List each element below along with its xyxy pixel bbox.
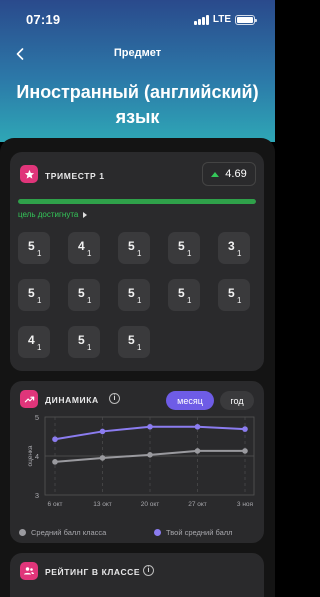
grade-weight: 1 xyxy=(237,296,242,305)
goal-status-label: цель достигнута xyxy=(18,210,79,219)
grades-grid: 51415151315151515151415151 xyxy=(18,232,250,358)
grade-tile[interactable]: 51 xyxy=(68,279,100,311)
battery-icon xyxy=(235,14,257,25)
my-average-point xyxy=(52,436,58,443)
term-card[interactable]: ТРИМЕСТР 1 4.69 цель достигнута 51415151… xyxy=(10,152,264,371)
status-time: 07:19 xyxy=(26,12,61,27)
x-tick-label: 20 окт xyxy=(141,501,160,508)
grade-weight: 1 xyxy=(187,249,192,258)
grade-value: 5 xyxy=(128,239,135,253)
subject-title: Иностранный (английский) язык xyxy=(16,82,259,127)
grade-value: 5 xyxy=(128,286,135,300)
grade-weight: 1 xyxy=(187,296,192,305)
y-tick-label: 5 xyxy=(35,413,39,422)
grade-tile[interactable]: 51 xyxy=(118,232,150,264)
grade-value: 5 xyxy=(78,333,85,347)
grade-tile[interactable]: 51 xyxy=(118,279,150,311)
grade-value: 4 xyxy=(28,333,35,347)
users-icon xyxy=(20,562,38,580)
grade-value: 5 xyxy=(178,239,185,253)
grade-value: 5 xyxy=(28,286,35,300)
legend-class: Средний балл класса xyxy=(19,528,106,537)
y-tick-label: 3 xyxy=(35,491,39,500)
grade-tile[interactable]: 51 xyxy=(168,232,200,264)
rating-card[interactable]: РЕЙТИНГ В КЛАССЕ i xyxy=(10,553,264,597)
grade-tile[interactable]: 51 xyxy=(18,232,50,264)
class-average-point xyxy=(99,455,106,461)
x-tick-label: 6 окт xyxy=(48,501,63,508)
grade-weight: 1 xyxy=(87,296,92,305)
content-sheet: ТРИМЕСТР 1 4.69 цель достигнута 51415151… xyxy=(0,138,275,597)
goal-status[interactable]: цель достигнута xyxy=(18,210,88,219)
grade-tile[interactable]: 31 xyxy=(218,232,250,264)
grade-weight: 1 xyxy=(37,296,42,305)
grade-weight: 1 xyxy=(137,343,142,352)
grade-value: 5 xyxy=(128,333,135,347)
x-tick-label: 13 окт xyxy=(93,501,112,508)
grade-value: 4 xyxy=(78,239,85,253)
legend-class-dot xyxy=(19,529,26,536)
class-average-point xyxy=(194,448,201,454)
grade-value: 5 xyxy=(178,286,185,300)
dynamics-chart: 5 4 3 оценка 6 окт 13 окт 20 окт 27 окт 3 ноя xyxy=(27,413,255,508)
legend-mine: Твой средний балл xyxy=(154,528,233,537)
grade-tile[interactable]: 51 xyxy=(168,279,200,311)
star-icon xyxy=(20,165,38,183)
grade-weight: 1 xyxy=(137,296,142,305)
grade-tile[interactable]: 51 xyxy=(218,279,250,311)
grade-value: 5 xyxy=(28,239,35,253)
goal-progress-bar xyxy=(18,199,256,204)
status-bar: 07:19 LTE xyxy=(0,10,275,30)
grade-weight: 1 xyxy=(87,343,92,352)
rating-title: РЕЙТИНГ В КЛАССЕ xyxy=(45,567,141,577)
class-average-point xyxy=(52,459,58,465)
class-average-point xyxy=(242,448,248,454)
grade-tile[interactable]: 51 xyxy=(68,326,100,358)
subject-header: 07:19 LTE Предмет Иностранный (английски… xyxy=(0,0,275,142)
grade-value: 5 xyxy=(228,286,235,300)
my-average-point xyxy=(194,423,201,430)
legend-mine-label: Твой средний балл xyxy=(166,528,233,537)
term-average-value: 4.69 xyxy=(225,168,247,180)
trend-up-icon xyxy=(211,171,220,177)
grade-weight: 1 xyxy=(87,249,92,258)
term-average-badge: 4.69 xyxy=(202,162,256,186)
goal-progress-fill xyxy=(18,199,256,204)
status-indicators: LTE xyxy=(193,14,257,25)
play-icon xyxy=(83,211,88,218)
grade-tile[interactable]: 41 xyxy=(18,326,50,358)
grade-weight: 1 xyxy=(37,249,42,258)
x-tick-label: 3 ноя xyxy=(237,501,254,508)
x-tick-label: 27 окт xyxy=(188,501,207,508)
dynamics-card: ДИНАМИКА i месяц год 5 4 3 оценка 6 окт 13 ок… xyxy=(10,381,264,543)
grade-tile[interactable]: 51 xyxy=(18,279,50,311)
my-average-point xyxy=(242,426,248,432)
y-tick-label: 4 xyxy=(35,452,39,461)
term-title: ТРИМЕСТР 1 xyxy=(45,171,105,181)
y-axis-label: оценка xyxy=(27,445,34,466)
grade-weight: 1 xyxy=(237,249,242,258)
nav-title: Предмет xyxy=(113,47,162,59)
my-average-point xyxy=(147,423,153,430)
rating-info-icon[interactable]: i xyxy=(143,565,154,576)
grade-weight: 1 xyxy=(37,343,42,352)
grade-tile[interactable]: 41 xyxy=(68,232,100,264)
class-average-point xyxy=(147,452,153,458)
grade-value: 3 xyxy=(228,239,235,253)
legend-class-label: Средний балл класса xyxy=(31,528,107,537)
legend-mine-dot xyxy=(154,529,161,536)
grade-value: 5 xyxy=(78,286,85,300)
grade-weight: 1 xyxy=(137,249,142,258)
network-label: LTE xyxy=(212,14,231,25)
my-average-point xyxy=(99,428,106,435)
signal-icon xyxy=(193,14,209,25)
grade-tile[interactable]: 51 xyxy=(118,326,150,358)
